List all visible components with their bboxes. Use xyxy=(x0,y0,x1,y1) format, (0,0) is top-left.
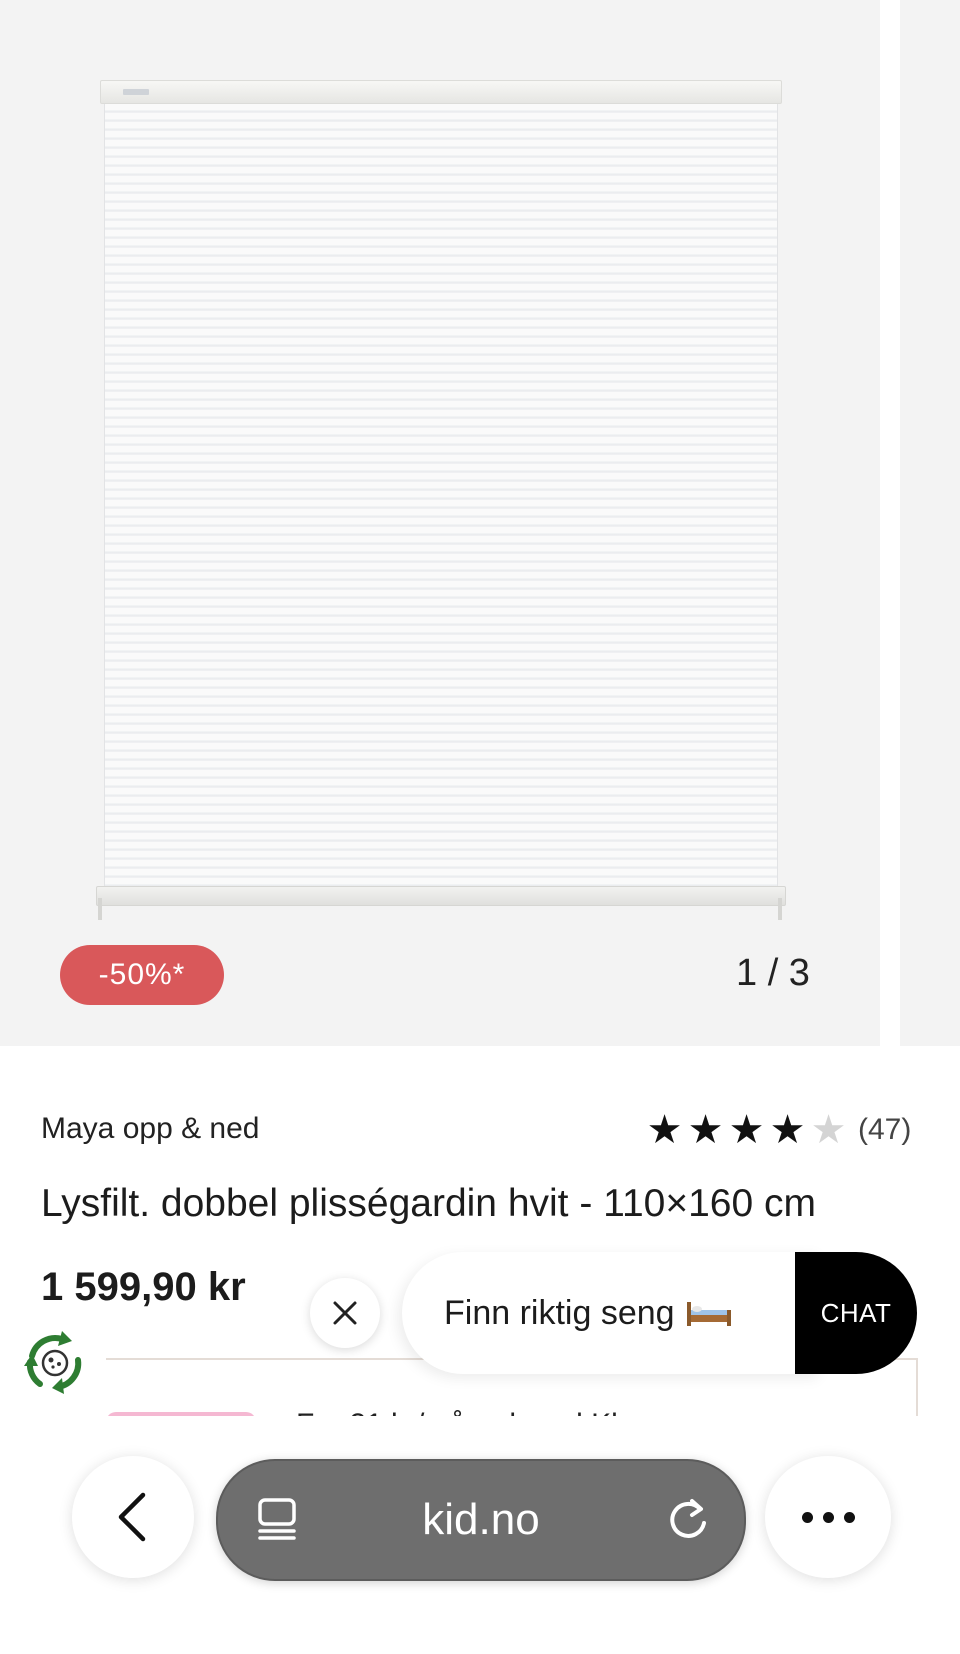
discount-badge: -50%* xyxy=(60,945,224,1005)
rating-stars: ★ ★ ★ ★ ★ xyxy=(645,1110,848,1150)
review-count: (47) xyxy=(858,1113,912,1146)
close-icon xyxy=(333,1301,357,1325)
chat-button[interactable]: CHAT xyxy=(795,1252,917,1374)
chat-prompt[interactable]: Finn riktig seng xyxy=(402,1252,822,1374)
blind-handle-left xyxy=(98,898,102,920)
bed-emoji-icon xyxy=(686,1302,731,1326)
chevron-left-icon xyxy=(118,1492,146,1542)
blind-bottom-rail xyxy=(96,886,786,906)
blind-handle-right xyxy=(778,898,782,920)
close-chat-prompt-button[interactable] xyxy=(310,1278,380,1348)
more-options-button[interactable] xyxy=(765,1456,891,1578)
star-filled-icon: ★ xyxy=(687,1108,724,1152)
more-dots-icon xyxy=(801,1511,855,1523)
product-rating[interactable]: ★ ★ ★ ★ ★ (47) xyxy=(645,1110,912,1150)
recycle-eco-icon[interactable] xyxy=(18,1326,92,1400)
next-image-peek[interactable] xyxy=(900,0,960,1046)
product-image-gallery[interactable]: -50%* 1 / 3 xyxy=(0,0,880,1046)
star-filled-icon: ★ xyxy=(728,1108,765,1152)
blind-fabric xyxy=(104,104,778,888)
back-button[interactable] xyxy=(72,1456,194,1578)
product-image xyxy=(96,80,786,920)
product-brand[interactable]: Maya opp & ned xyxy=(41,1112,259,1146)
product-title: Lysfilt. dobbel plisségardin hvit - 110×… xyxy=(41,1182,817,1225)
star-empty-icon: ★ xyxy=(810,1108,847,1152)
product-price: 1 599,90 kr xyxy=(41,1265,246,1309)
blind-logo xyxy=(123,89,149,95)
chat-prompt-text: Finn riktig seng xyxy=(444,1293,675,1332)
star-filled-icon: ★ xyxy=(646,1108,683,1152)
image-counter: 1 / 3 xyxy=(736,952,810,994)
reload-icon[interactable] xyxy=(664,1495,712,1543)
star-filled-icon: ★ xyxy=(769,1108,806,1152)
address-bar[interactable]: kid.no xyxy=(216,1459,746,1581)
blind-headrail xyxy=(100,80,782,104)
